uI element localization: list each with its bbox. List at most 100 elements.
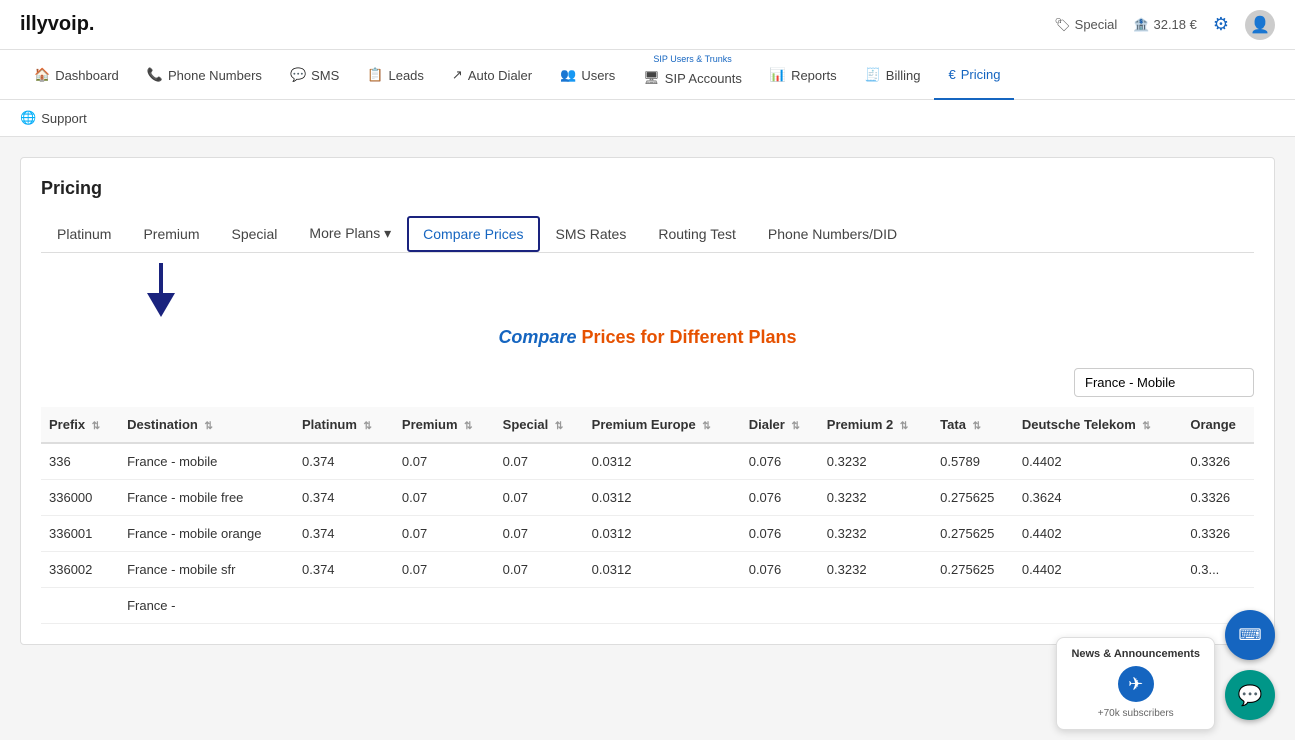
- compare-heading-part1: Compare: [498, 327, 581, 347]
- nav-item-dashboard[interactable]: 🏠 Dashboard: [20, 50, 133, 100]
- tab-platinum[interactable]: Platinum: [41, 216, 127, 252]
- pricing-table-container: Prefix ⇅ Destination ⇅ Platinum ⇅ Premiu…: [41, 407, 1254, 624]
- cell-premium: 0.07: [394, 552, 495, 588]
- sort-icon-special[interactable]: ⇅: [555, 421, 563, 432]
- tab-routing-test[interactable]: Routing Test: [642, 216, 752, 252]
- avatar[interactable]: 👤: [1245, 10, 1275, 40]
- sort-icon-deutsche-telekom[interactable]: ⇅: [1142, 421, 1150, 432]
- billing-icon: 🧾: [865, 67, 881, 83]
- col-header-prefix: Prefix ⇅: [41, 407, 119, 443]
- cell-destination: France - mobile sfr: [119, 552, 294, 588]
- cell-dialer: 0.076: [741, 443, 819, 480]
- nav-label-auto-dialer: Auto Dialer: [468, 68, 532, 83]
- cell-platinum: 0.374: [294, 516, 394, 552]
- sort-icon-platinum[interactable]: ⇅: [364, 421, 372, 432]
- dashboard-icon: 🏠: [34, 67, 50, 83]
- nav-item-pricing[interactable]: € Pricing: [934, 50, 1014, 100]
- gear-icon[interactable]: ⚙: [1213, 14, 1229, 35]
- pricing-card-title: Pricing: [41, 178, 1254, 199]
- cell-special: 0.07: [495, 552, 584, 588]
- table-row: 336000 France - mobile free 0.374 0.07 0…: [41, 480, 1254, 516]
- logo: illyvoip.: [20, 13, 94, 36]
- cell-orange: 0.3326: [1182, 480, 1254, 516]
- nav-item-auto-dialer[interactable]: ↗ Auto Dialer: [438, 50, 546, 100]
- cell-premium2: 0.3232: [819, 516, 932, 552]
- nav-item-reports[interactable]: 📊 Reports: [756, 50, 851, 100]
- main-content: Pricing Platinum Premium Special More Pl…: [0, 137, 1295, 665]
- cell-prefix: [41, 588, 119, 624]
- annotation-container: [61, 263, 261, 317]
- tab-sms-rates[interactable]: SMS Rates: [540, 216, 643, 252]
- tab-special[interactable]: Special: [215, 216, 293, 252]
- topbar: illyvoip. 🏷 Special 🏦 32.18 € ⚙ 👤: [0, 0, 1295, 50]
- sort-icon-premium[interactable]: ⇅: [464, 421, 472, 432]
- nav-item-billing[interactable]: 🧾 Billing: [851, 50, 935, 100]
- annotation-line: [159, 263, 163, 293]
- col-header-premium: Premium ⇅: [394, 407, 495, 443]
- nav-item-leads[interactable]: 📋 Leads: [353, 50, 438, 100]
- destination-filter-input[interactable]: [1074, 368, 1254, 397]
- cell-special: 0.07: [495, 443, 584, 480]
- nav-item-phone-numbers[interactable]: 📞 Phone Numbers: [133, 50, 276, 100]
- pricing-table: Prefix ⇅ Destination ⇅ Platinum ⇅ Premiu…: [41, 407, 1254, 624]
- balance-display: 🏦 32.18 €: [1133, 17, 1197, 33]
- col-header-tata: Tata ⇅: [932, 407, 1014, 443]
- nav-item-sip-accounts[interactable]: SIP Users & Trunks 🖥 SIP Accounts: [629, 50, 756, 100]
- fab-chat-button[interactable]: 💬: [1225, 670, 1275, 720]
- table-body: 336 France - mobile 0.374 0.07 0.07 0.03…: [41, 443, 1254, 624]
- telegram-panel[interactable]: News & Announcements ✈ +70k subscribers: [1056, 637, 1215, 730]
- table-row: 336001 France - mobile orange 0.374 0.07…: [41, 516, 1254, 552]
- chat-icon: 💬: [1238, 683, 1263, 708]
- cell-prefix: 336002: [41, 552, 119, 588]
- cell-prefix: 336: [41, 443, 119, 480]
- support-link[interactable]: 🌐 Support: [20, 110, 1275, 126]
- sort-icon-prefix[interactable]: ⇅: [92, 421, 100, 432]
- special-indicator: 🏷 Special: [1054, 17, 1117, 33]
- navbar: 🏠 Dashboard 📞 Phone Numbers 💬 SMS 📋 Lead…: [0, 50, 1295, 100]
- cell-premium-europe: 0.0312: [584, 480, 741, 516]
- col-header-dialer: Dialer ⇅: [741, 407, 819, 443]
- cell-deutsche-telekom: 0.4402: [1014, 552, 1183, 588]
- nav-item-users[interactable]: 👥 Users: [546, 50, 629, 100]
- compare-heading-part2: Prices for Different Plans: [581, 327, 796, 347]
- sort-icon-dialer[interactable]: ⇅: [791, 421, 799, 432]
- col-header-premium2: Premium 2 ⇅: [819, 407, 932, 443]
- cell-deutsche-telekom: 0.3624: [1014, 480, 1183, 516]
- sort-icon-tata[interactable]: ⇅: [973, 421, 981, 432]
- nav-label-dashboard: Dashboard: [55, 68, 119, 83]
- tab-compare-prices[interactable]: Compare Prices: [407, 216, 539, 252]
- nav-label-users: Users: [581, 68, 615, 83]
- cell-tata: 0.275625: [932, 516, 1014, 552]
- fab-dialer-button[interactable]: ⌨: [1225, 610, 1275, 660]
- cell-premium-europe: 0.0312: [584, 443, 741, 480]
- table-row: France -: [41, 588, 1254, 624]
- cell-destination: France - mobile orange: [119, 516, 294, 552]
- support-bar: 🌐 Support: [0, 100, 1295, 137]
- sort-icon-destination[interactable]: ⇅: [204, 421, 212, 432]
- telegram-subscribers: +70k subscribers: [1098, 708, 1174, 719]
- cell-deutsche-telekom: 0.4402: [1014, 516, 1183, 552]
- sort-icon-premium2[interactable]: ⇅: [900, 421, 908, 432]
- tab-phone-numbers-did[interactable]: Phone Numbers/DID: [752, 216, 913, 252]
- dialer-icon: ⌨: [1238, 625, 1261, 645]
- nav-label-leads: Leads: [388, 68, 423, 83]
- nav-label-sms: SMS: [311, 68, 339, 83]
- sort-icon-premium-europe[interactable]: ⇅: [702, 421, 710, 432]
- cell-premium: 0.07: [394, 516, 495, 552]
- nav-label-pricing: Pricing: [961, 67, 1001, 82]
- telegram-icon[interactable]: ✈: [1118, 666, 1154, 702]
- nav-label-billing: Billing: [886, 68, 921, 83]
- table-header-row: Prefix ⇅ Destination ⇅ Platinum ⇅ Premiu…: [41, 407, 1254, 443]
- pricing-nav-icon: €: [948, 67, 955, 82]
- cell-premium: 0.07: [394, 443, 495, 480]
- cell-special: 0.07: [495, 516, 584, 552]
- tab-premium[interactable]: Premium: [127, 216, 215, 252]
- nav-item-sms[interactable]: 💬 SMS: [276, 50, 353, 100]
- cell-destination: France - mobile free: [119, 480, 294, 516]
- cell-orange: 0.3326: [1182, 443, 1254, 480]
- sms-icon: 💬: [290, 67, 306, 83]
- col-header-platinum: Platinum ⇅: [294, 407, 394, 443]
- support-label: Support: [41, 111, 87, 126]
- tab-more-plans[interactable]: More Plans ▾: [293, 215, 407, 252]
- col-header-destination: Destination ⇅: [119, 407, 294, 443]
